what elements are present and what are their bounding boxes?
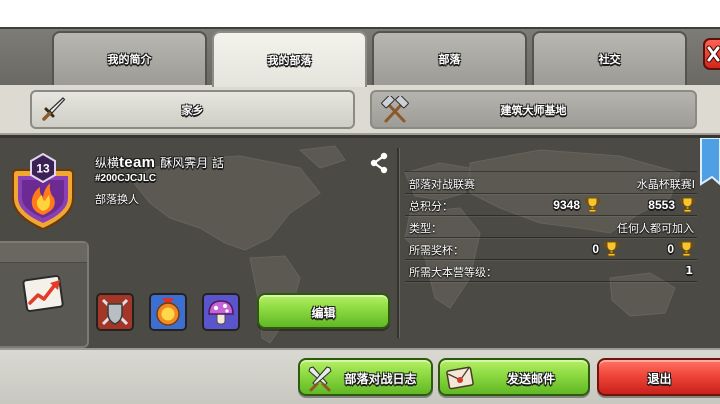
mushroom-icon: [204, 295, 238, 329]
row-label: 类型：: [409, 222, 442, 235]
clan-stats-table: 部落对战联赛 水晶杯联赛I 总积分： 9348 8553 类型： 任何人都可加入: [405, 171, 697, 282]
home-points-value: 9348: [553, 197, 580, 212]
clan-label-mushroom[interactable]: [202, 293, 240, 331]
subtab-home-village[interactable]: 家乡: [30, 90, 355, 129]
trophy-icon: [678, 241, 695, 257]
total-points-row: 总积分： 9348 8553: [405, 194, 697, 216]
tab-clans[interactable]: 部落: [372, 31, 527, 85]
row-label: 总积分：: [409, 200, 453, 213]
stats-card-header: [0, 243, 87, 263]
edit-clan-button[interactable]: 编辑: [257, 293, 390, 329]
clan-level: 13: [36, 162, 50, 176]
close-icon: [706, 45, 720, 63]
clan-type-value: 任何人都可加入: [617, 222, 694, 235]
button-label: 发送邮件: [506, 372, 555, 386]
bookmark-ribbon-icon[interactable]: [700, 138, 720, 186]
tab-my-profile[interactable]: 我的简介: [52, 31, 207, 85]
war-league-row: 部落对战联赛 水晶杯联赛I: [405, 172, 697, 194]
button-label: 编辑: [311, 306, 336, 320]
clan-info-panel: 13 纵横 team 酥风霁月 話 #200CJCJLC 部落换人 部落对战联赛…: [0, 135, 720, 348]
required-trophies-row: 所需奖杯： 0 0: [405, 238, 697, 260]
panel-divider: [397, 148, 400, 338]
share-icon[interactable]: [368, 152, 390, 174]
clan-tag: #200CJCJLC: [95, 173, 157, 184]
button-label: 部落对战日志: [344, 372, 417, 386]
tab-my-clan[interactable]: 我的部落: [212, 31, 367, 87]
envelope-icon: [446, 366, 474, 390]
medal-icon: [151, 295, 185, 329]
crossed-swords-icon: [308, 366, 332, 392]
clan-profile-screen: 我的简介 我的部落 部落 社交 家乡 建筑大师基地 13 纵横 team 酥风霁…: [0, 0, 720, 404]
tab-label: 部落: [438, 53, 461, 66]
graph-card-icon: [22, 275, 64, 312]
required-home-trophies-value: 0: [592, 241, 599, 256]
clan-name-part: 纵横: [95, 156, 120, 170]
tab-label: 社交: [598, 53, 621, 66]
required-town-hall-row: 所需大本营等级： 1: [405, 260, 697, 282]
action-bar: 部落对战日志 发送邮件 退出: [0, 348, 720, 404]
home-points: 9348: [553, 196, 601, 213]
village-switcher: 家乡 建筑大师基地: [0, 85, 720, 135]
subtab-label: 建筑大师基地: [500, 104, 567, 117]
war-log-button[interactable]: 部落对战日志: [298, 358, 433, 396]
trophy-icon: [603, 241, 620, 257]
send-mail-button[interactable]: 发送邮件: [438, 358, 590, 396]
row-label: 部落对战联赛: [409, 178, 475, 191]
trophy-icon: [584, 197, 601, 213]
required-home-trophies: 0: [592, 240, 620, 257]
tab-label: 我的简介: [107, 53, 152, 66]
continent-shape: [298, 145, 346, 169]
clan-label-medal[interactable]: [149, 293, 187, 331]
clan-badge-icon: 13: [12, 152, 74, 230]
tab-label: 我的部落: [267, 54, 312, 67]
row-label: 所需大本营等级：: [409, 266, 497, 279]
subtab-label: 家乡: [181, 104, 204, 117]
tab-social[interactable]: 社交: [532, 31, 687, 85]
clan-label-war[interactable]: [96, 293, 134, 331]
crossed-swords-shield-icon: [98, 295, 132, 329]
trophy-icon: [679, 197, 696, 213]
clan-name-part: 酥风霁月 話: [160, 156, 225, 170]
row-label: 所需奖杯：: [409, 244, 464, 257]
required-builder-trophies-value: 0: [667, 241, 674, 256]
button-label: 退出: [647, 372, 672, 386]
close-button[interactable]: [703, 38, 720, 70]
builder-points: 8553: [648, 196, 696, 213]
clan-name-part: team: [119, 154, 156, 171]
clan-name: 纵横 team 酥风霁月 話: [95, 154, 224, 171]
required-builder-trophies: 0: [667, 240, 695, 257]
required-town-hall-value: 1: [685, 264, 693, 277]
builder-points-value: 8553: [648, 197, 675, 212]
clan-type-row: 类型： 任何人都可加入: [405, 216, 697, 238]
subtab-builder-base[interactable]: 建筑大师基地: [370, 90, 697, 129]
tab-bar: 我的简介 我的部落 部落 社交: [0, 27, 720, 87]
clan-description: 部落换人: [95, 193, 139, 206]
leave-clan-button[interactable]: 退出: [597, 358, 720, 396]
clan-stats-card[interactable]: [0, 241, 89, 348]
war-league-value: 水晶杯联赛I: [636, 178, 695, 191]
